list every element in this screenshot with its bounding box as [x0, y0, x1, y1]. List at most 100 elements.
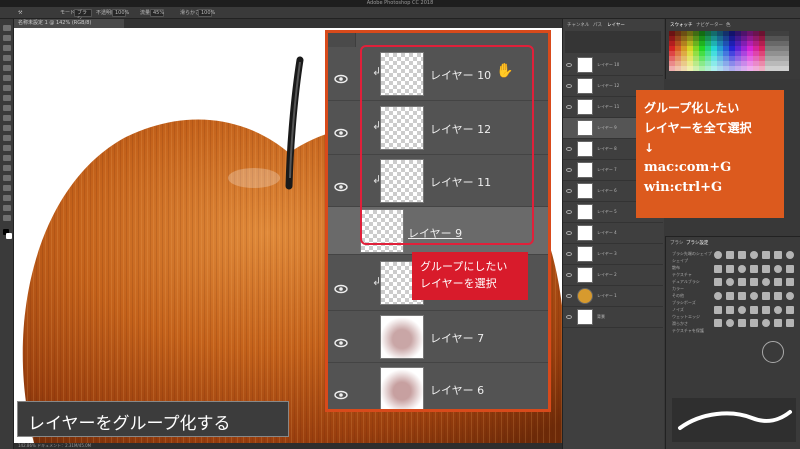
path-select-tool-icon[interactable]: [3, 185, 11, 191]
brush-tip[interactable]: [750, 264, 758, 273]
shape-tool-icon[interactable]: [3, 195, 11, 201]
background-color-swatch[interactable]: [6, 233, 12, 239]
eye-icon[interactable]: [334, 385, 348, 400]
brush-tip[interactable]: [726, 319, 734, 328]
brush-tip[interactable]: [726, 264, 734, 273]
eye-icon[interactable]: [566, 168, 572, 172]
brush-tip[interactable]: [714, 251, 722, 259]
brush-tip[interactable]: [714, 278, 722, 287]
brush-option[interactable]: その他: [672, 293, 684, 299]
brush-tip[interactable]: [738, 305, 746, 314]
brush-tip[interactable]: [750, 305, 758, 314]
brush-tip[interactable]: [738, 291, 746, 300]
brush-tip[interactable]: [714, 291, 722, 300]
type-tool-icon[interactable]: [3, 175, 11, 181]
eye-icon[interactable]: [566, 252, 572, 256]
zoom-tool-icon[interactable]: [3, 215, 11, 221]
eye-icon[interactable]: [566, 315, 572, 319]
tab-paths[interactable]: パス: [593, 22, 602, 28]
zoom-layer-row[interactable]: レイヤー 6: [328, 363, 548, 409]
document-tab[interactable]: 名称未設定 1 @ 142% (RGB/8): [14, 19, 124, 28]
brush-tip[interactable]: [774, 264, 782, 273]
brush-option[interactable]: 滑らかさ: [672, 321, 688, 327]
option-mode-select[interactable]: ブラシ: [74, 9, 92, 22]
brush-tip[interactable]: [714, 264, 722, 273]
eye-icon[interactable]: [566, 84, 572, 88]
brush-tip[interactable]: [750, 291, 758, 300]
healing-tool-icon[interactable]: [3, 85, 11, 91]
brush-tip[interactable]: [762, 291, 770, 300]
crop-tool-icon[interactable]: [3, 65, 11, 71]
brush-option[interactable]: シェイプ: [672, 258, 688, 264]
brush-tip[interactable]: [786, 291, 794, 300]
brush-tip[interactable]: [774, 319, 782, 328]
option-opacity-field[interactable]: 100%: [112, 9, 129, 17]
eye-icon[interactable]: [566, 231, 572, 235]
brush-tip[interactable]: [750, 278, 758, 287]
brush-tip[interactable]: [762, 305, 770, 314]
layer-row[interactable]: レイヤー 2: [563, 265, 663, 286]
brush-option[interactable]: ブラシ先端のシェイプ: [672, 251, 712, 257]
brush-tip[interactable]: [762, 319, 770, 328]
brush-tip[interactable]: [726, 278, 734, 287]
eye-icon[interactable]: [566, 189, 572, 193]
brush-tip[interactable]: [786, 264, 794, 273]
brush-tip[interactable]: [714, 305, 722, 314]
layer-row[interactable]: レイヤー 10: [563, 55, 663, 76]
color-swatch[interactable]: [783, 66, 789, 71]
option-smoothing-field[interactable]: 100%: [198, 9, 215, 17]
eye-icon[interactable]: [334, 123, 348, 138]
stamp-tool-icon[interactable]: [3, 105, 11, 111]
eye-icon[interactable]: [566, 147, 572, 151]
eye-icon[interactable]: [566, 105, 572, 109]
marquee-tool-icon[interactable]: [3, 35, 11, 41]
brush-tip[interactable]: [726, 291, 734, 300]
gradient-tool-icon[interactable]: [3, 135, 11, 141]
brush-option[interactable]: カラー: [672, 286, 684, 292]
brush-tip[interactable]: [762, 278, 770, 287]
brush-option[interactable]: 散布: [672, 265, 680, 271]
brush-tip[interactable]: [738, 251, 746, 259]
eraser-tool-icon[interactable]: [3, 125, 11, 131]
brush-tip[interactable]: [750, 319, 758, 328]
brush-option[interactable]: テクスチャを保護: [672, 328, 704, 334]
brush-tip[interactable]: [774, 291, 782, 300]
tab-navigator[interactable]: ナビゲーター: [696, 22, 723, 28]
brush-tip[interactable]: [774, 251, 782, 259]
eye-icon[interactable]: [566, 294, 572, 298]
tab-swatches[interactable]: スウォッチ: [670, 22, 693, 28]
brush-option[interactable]: ブラシポーズ: [672, 300, 696, 306]
layer-row[interactable]: レイヤー 1: [563, 286, 663, 307]
hand-tool-icon[interactable]: [3, 205, 11, 211]
eye-icon[interactable]: [334, 279, 348, 294]
dodge-tool-icon[interactable]: [3, 155, 11, 161]
eye-icon[interactable]: [566, 210, 572, 214]
eye-icon[interactable]: [566, 273, 572, 277]
tab-color[interactable]: 色: [726, 22, 731, 28]
brush-tip[interactable]: [762, 251, 770, 259]
brush-tip[interactable]: [750, 251, 758, 259]
eye-icon[interactable]: [334, 177, 348, 192]
tab-brush-settings[interactable]: ブラシ設定: [686, 240, 708, 246]
zoom-layer-row[interactable]: レイヤー 7: [328, 311, 548, 363]
brush-tip[interactable]: [786, 251, 794, 259]
layer-name[interactable]: レイヤー 7: [430, 330, 484, 346]
tab-channels[interactable]: チャンネル: [567, 22, 589, 28]
layer-row[interactable]: レイヤー 4: [563, 223, 663, 244]
eye-icon[interactable]: [334, 69, 348, 84]
brush-tool-icon[interactable]: [3, 95, 11, 101]
brush-option[interactable]: デュアルブラシ: [672, 279, 700, 285]
tab-layers[interactable]: レイヤー: [607, 22, 625, 28]
brush-tip[interactable]: [774, 278, 782, 287]
brush-option[interactable]: テクスチャ: [672, 272, 692, 278]
brush-tip[interactable]: [738, 278, 746, 287]
brush-tip[interactable]: [786, 319, 794, 328]
move-tool-icon[interactable]: [3, 25, 11, 31]
brush-tip-grid[interactable]: [714, 251, 796, 331]
brush-tip[interactable]: [726, 305, 734, 314]
brush-tip[interactable]: [774, 305, 782, 314]
eye-icon[interactable]: [566, 63, 572, 67]
quick-select-tool-icon[interactable]: [3, 55, 11, 61]
swatch-grid[interactable]: [669, 31, 789, 71]
brush-tip[interactable]: [714, 319, 722, 328]
